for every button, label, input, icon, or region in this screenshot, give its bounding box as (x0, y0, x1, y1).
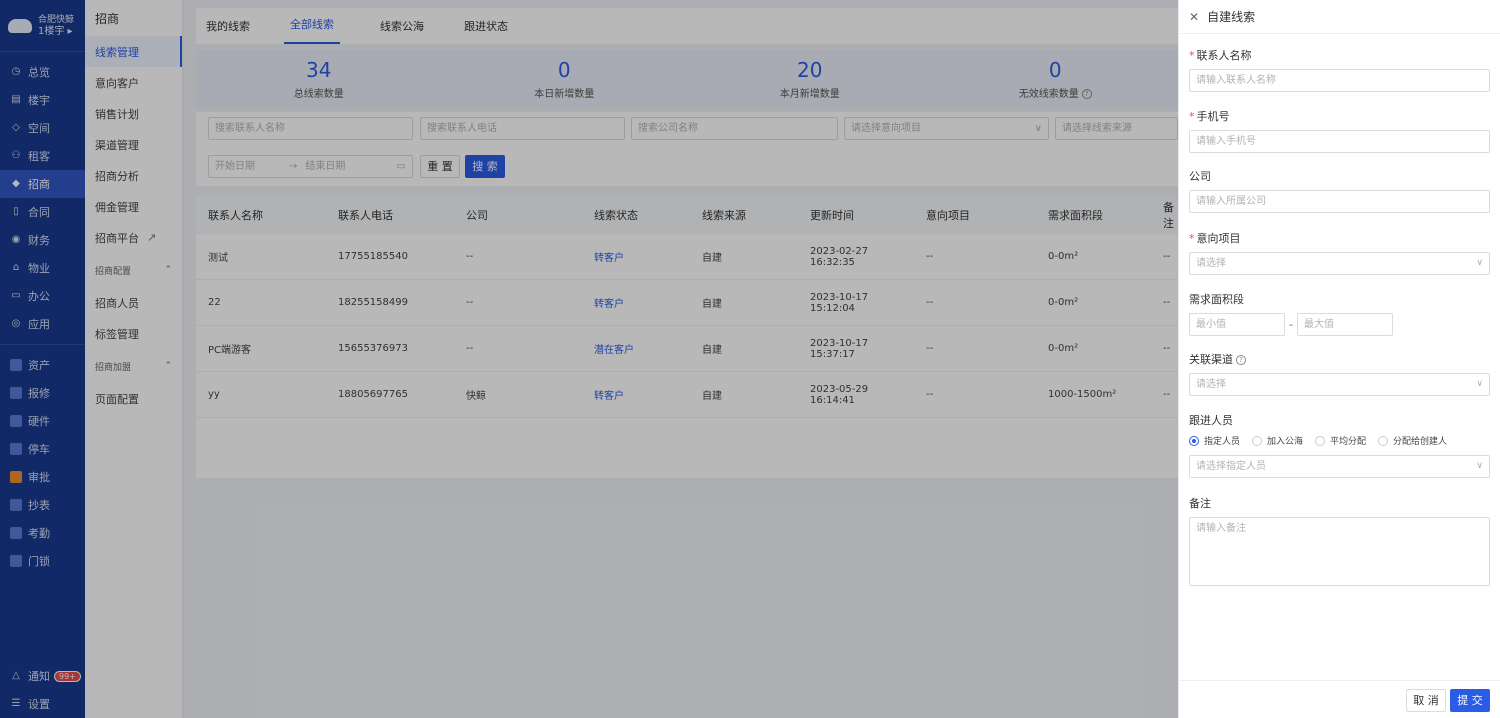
required-mark: * (1189, 49, 1195, 62)
drawer-mask[interactable] (0, 0, 1178, 718)
radio-icon (1315, 435, 1326, 446)
channel-select[interactable]: 请选择 ∨ (1189, 373, 1490, 396)
radio-icon (1378, 435, 1389, 446)
radio-creator[interactable]: 分配给创建人 (1378, 434, 1447, 447)
radio-pool[interactable]: 加入公海 (1252, 434, 1303, 447)
follower-radio-group: 指定人员 加入公海 平均分配 分配给创建人 (1189, 434, 1490, 447)
area-max-input[interactable]: 最大值 (1296, 313, 1393, 336)
chevron-down-icon: ∨ (1476, 258, 1483, 268)
drawer-header: ✕ 自建线索 (1179, 0, 1500, 34)
field-phone: * 手机号 请输入手机号 (1189, 108, 1490, 153)
field-contact: * 联系人名称 请输入联系人名称 (1189, 47, 1490, 92)
help-icon[interactable]: ? (1236, 355, 1246, 365)
company-input[interactable]: 请输入所属公司 (1189, 190, 1490, 213)
create-lead-drawer: ✕ 自建线索 * 联系人名称 请输入联系人名称 * 手机号 请输入手机号 公司 请输… (1178, 0, 1500, 718)
field-channel: 关联渠道? 请选择 ∨ (1189, 351, 1490, 396)
radio-icon (1252, 435, 1263, 446)
chevron-down-icon: ∨ (1476, 461, 1483, 471)
field-remark: 备注 请输入备注 (1189, 495, 1490, 586)
radio-checked-icon (1189, 435, 1199, 446)
field-company: 公司 请输入所属公司 (1189, 168, 1490, 213)
contact-name-input[interactable]: 请输入联系人名称 (1189, 69, 1490, 92)
close-icon[interactable]: ✕ (1189, 10, 1199, 24)
chevron-down-icon: ∨ (1476, 379, 1483, 389)
follower-select[interactable]: 请选择指定人员 ∨ (1189, 455, 1490, 478)
submit-button[interactable]: 提 交 (1450, 689, 1490, 712)
cancel-button[interactable]: 取 消 (1406, 689, 1446, 712)
area-min-input[interactable]: 最小值 (1189, 313, 1285, 336)
drawer-title: 自建线索 (1207, 10, 1256, 24)
drawer-footer: 取 消 提 交 (1179, 680, 1500, 718)
required-mark: * (1189, 232, 1195, 245)
field-follower: 跟进人员 指定人员 加入公海 平均分配 分配给创建人 请选择指定人员 ∨ (1189, 412, 1490, 478)
project-select[interactable]: 请选择 ∨ (1189, 252, 1490, 275)
required-mark: * (1189, 110, 1195, 123)
remark-textarea[interactable]: 请输入备注 (1189, 517, 1490, 586)
field-area: 需求面积段 最小值 - 最大值 (1189, 291, 1490, 336)
field-project: * 意向项目 请选择 ∨ (1189, 230, 1490, 275)
radio-assigned[interactable]: 指定人员 (1189, 434, 1240, 447)
phone-input[interactable]: 请输入手机号 (1189, 130, 1490, 153)
radio-average[interactable]: 平均分配 (1315, 434, 1366, 447)
area-separator: - (1289, 318, 1293, 331)
